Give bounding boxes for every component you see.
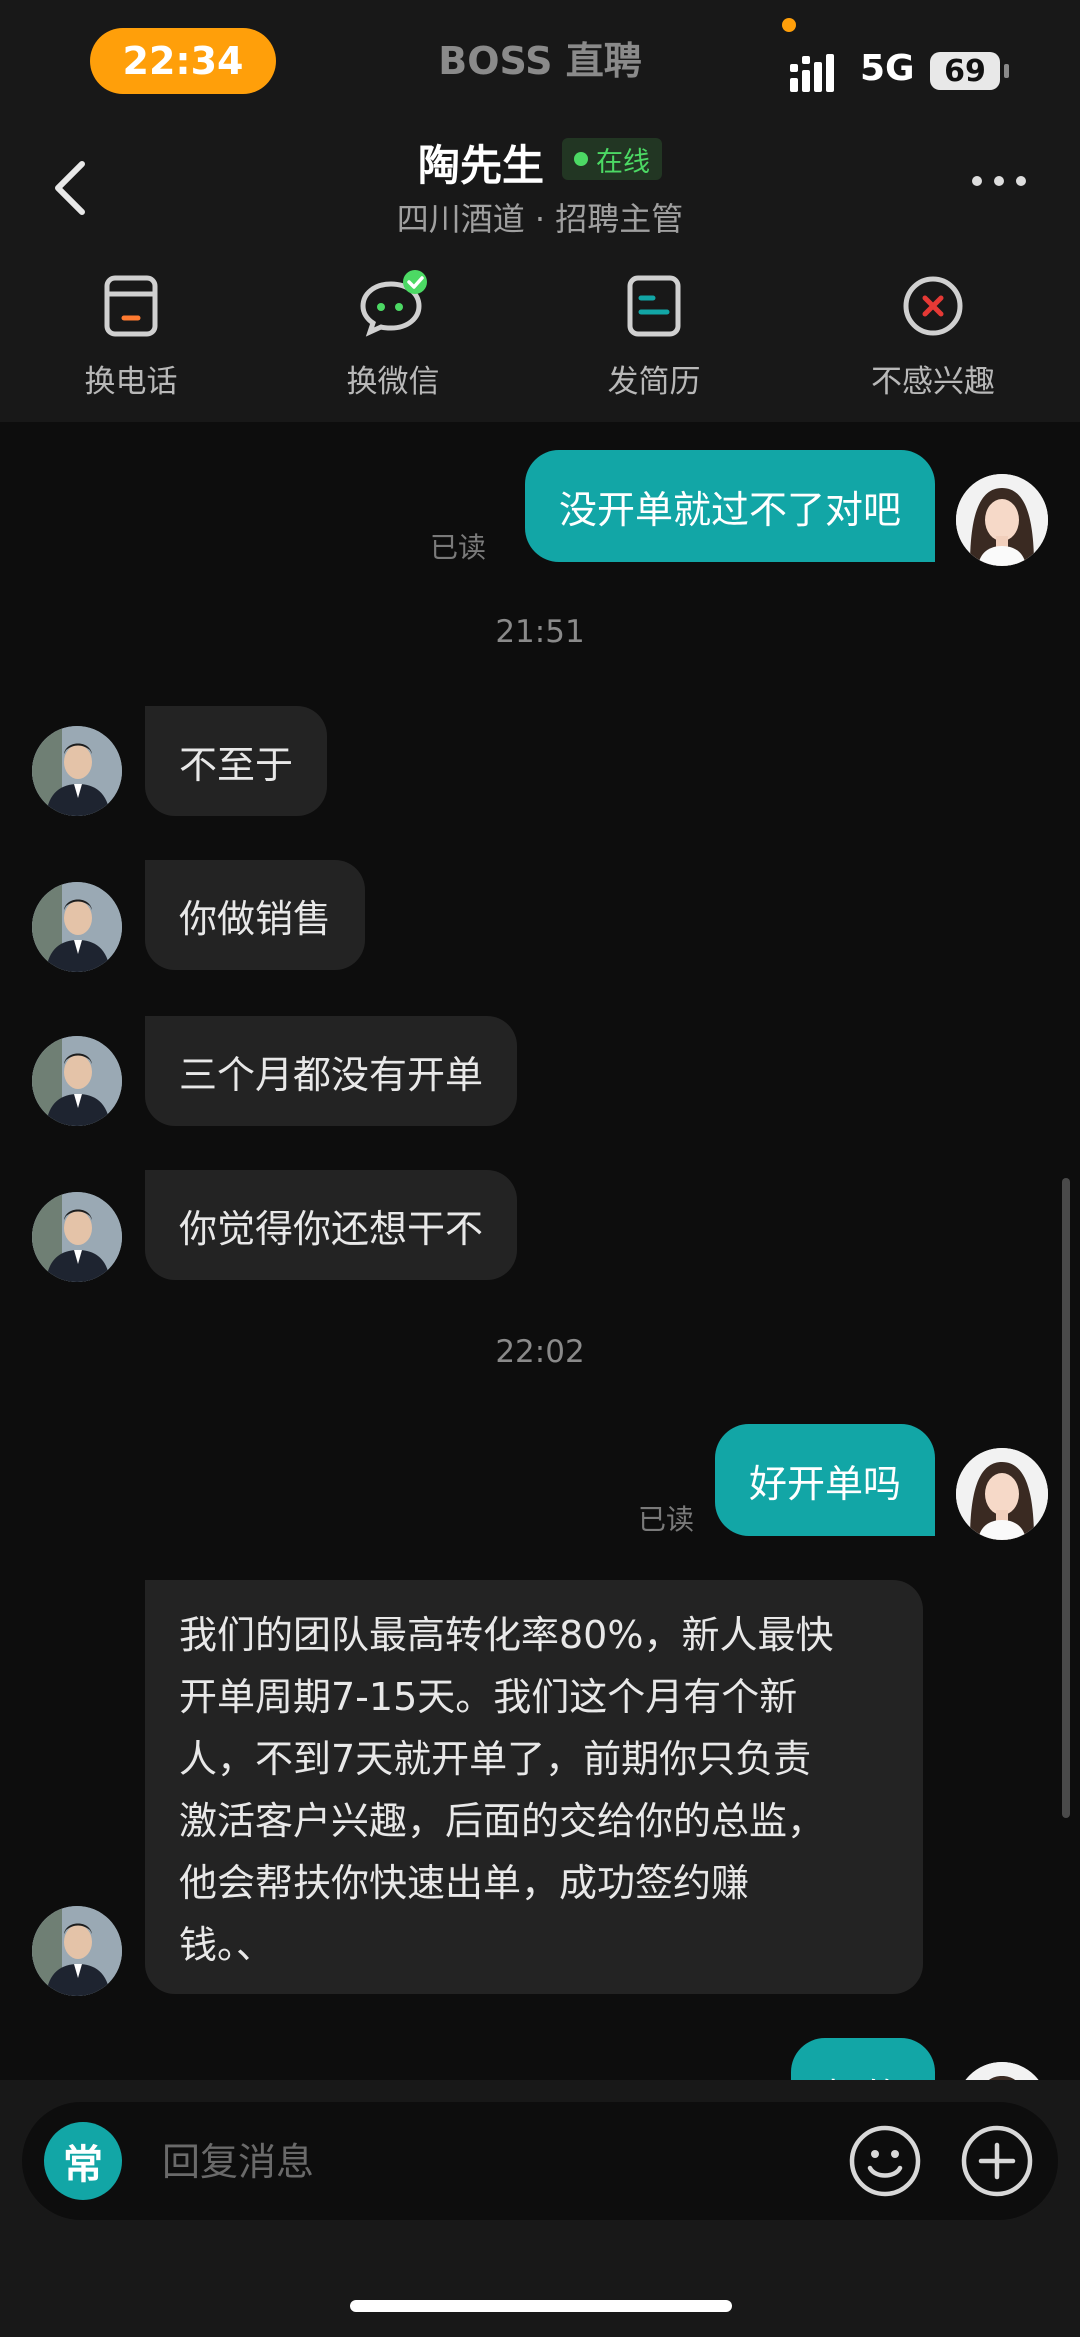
phone-swap-icon [104, 275, 158, 337]
wechat-swap-icon [360, 270, 427, 337]
swap-wechat-button[interactable]: 换微信 [293, 270, 493, 401]
incoming-bubble[interactable]: 三个月都没有开单 [145, 1016, 518, 1126]
chat-message-list[interactable]: 没开单就过不了对吧 已读 21:51 不至于 你做销售 三个月都没有开单 你觉得… [0, 422, 1080, 2080]
plus-icon[interactable] [960, 2124, 1034, 2198]
message-line: 我们的团队最高转化率80%，新人最快 [179, 1613, 834, 1657]
composer-area: 常 [0, 2080, 1080, 2337]
incoming-message: 你做销售 [145, 860, 366, 970]
privacy-indicator-dot [782, 18, 796, 32]
signal-icon [790, 54, 834, 92]
incoming-message: 三个月都没有开单 [145, 1016, 518, 1126]
my-avatar[interactable] [956, 474, 1048, 566]
my-avatar[interactable] [956, 2062, 1048, 2080]
message-line: 开单周期7-15天。我们这个月有个新 [179, 1675, 798, 1719]
resume-icon [627, 275, 681, 337]
recruiter-avatar[interactable] [32, 1036, 122, 1126]
incoming-bubble[interactable]: 你觉得你还想干不 [145, 1170, 518, 1280]
message-line: 他会帮扶你快速出单，成功签约赚 [179, 1861, 750, 1905]
status-bar: 22:34 BOSS 直聘 5G 69 [0, 0, 1080, 120]
message-composer: 常 [22, 2102, 1058, 2220]
recruiter-avatar[interactable] [32, 882, 122, 972]
female-avatar-icon [956, 474, 1048, 566]
reply-input[interactable] [160, 2126, 744, 2198]
outgoing-message: 没开单就过不了对吧 [524, 450, 935, 562]
incoming-bubble[interactable]: 不至于 [145, 706, 328, 816]
my-avatar[interactable] [956, 1448, 1048, 1540]
message-line: 钱。、 [179, 1923, 275, 1967]
chat-scrollbar[interactable] [1062, 1178, 1070, 1818]
read-receipt: 已读 [430, 531, 487, 564]
online-status-badge: 在线 [562, 138, 662, 180]
recruiter-avatar[interactable] [32, 1906, 122, 1996]
outgoing-message: 好开单吗 [714, 1424, 935, 1536]
send-resume-label: 发简历 [607, 364, 701, 400]
male-avatar-icon [32, 726, 122, 816]
emoji-icon[interactable] [848, 2124, 922, 2198]
swap-phone-label: 换电话 [84, 364, 178, 400]
online-status-label: 在线 [596, 146, 650, 178]
incoming-message: 你觉得你还想干不 [145, 1170, 518, 1280]
timestamp-divider: 21:51 [495, 614, 585, 650]
male-avatar-icon [32, 882, 122, 972]
timestamp-divider: 22:02 [495, 1334, 585, 1370]
outgoing-message: 好的 [790, 2038, 935, 2080]
more-menu-icon[interactable] [972, 176, 1026, 190]
send-resume-button[interactable]: 发简历 [554, 270, 754, 401]
quick-actions-bar: 换电话 换微信 发简历 不感兴趣 [0, 250, 1080, 423]
common-phrases-button[interactable]: 常 [44, 2122, 122, 2200]
outgoing-bubble[interactable]: 好的 [790, 2038, 935, 2080]
contact-company-title: 四川酒道 · 招聘主管 [396, 200, 684, 238]
message-line: 激活客户兴趣，后面的交给你的总监， [179, 1799, 826, 1843]
battery-icon: 69 [930, 52, 1000, 90]
incoming-long-bubble[interactable]: 我们的团队最高转化率80%，新人最快 开单周期7-15天。我们这个月有个新 人，… [145, 1580, 923, 1994]
status-app-name: BOSS 直聘 [438, 39, 642, 83]
battery-tip [1004, 64, 1009, 78]
online-dot-icon [574, 152, 588, 166]
female-avatar-icon [956, 1448, 1048, 1540]
battery-level: 69 [944, 53, 986, 89]
not-interested-label: 不感兴趣 [871, 364, 995, 400]
network-type: 5G [860, 48, 915, 89]
not-interested-button[interactable]: 不感兴趣 [833, 270, 1033, 401]
outgoing-bubble[interactable]: 没开单就过不了对吧 [524, 450, 935, 562]
contact-name[interactable]: 陶先生 [418, 132, 544, 193]
home-indicator[interactable] [350, 2300, 732, 2312]
female-avatar-icon [956, 2062, 1048, 2080]
chat-header: 陶先生 在线 四川酒道 · 招聘主管 [0, 120, 1080, 250]
outgoing-bubble[interactable]: 好开单吗 [714, 1424, 935, 1536]
swap-phone-button[interactable]: 换电话 [31, 270, 231, 401]
read-receipt: 已读 [638, 1503, 695, 1536]
not-interested-icon [903, 276, 963, 336]
male-avatar-icon [32, 1192, 122, 1282]
male-avatar-icon [32, 1906, 122, 1996]
incoming-bubble[interactable]: 你做销售 [145, 860, 366, 970]
recruiter-avatar[interactable] [32, 726, 122, 816]
incoming-message: 不至于 [145, 706, 328, 816]
recruiter-avatar[interactable] [32, 1192, 122, 1282]
message-line: 人，不到7天就开单了，前期你只负责 [179, 1737, 812, 1781]
male-avatar-icon [32, 1036, 122, 1126]
swap-wechat-label: 换微信 [346, 364, 440, 400]
